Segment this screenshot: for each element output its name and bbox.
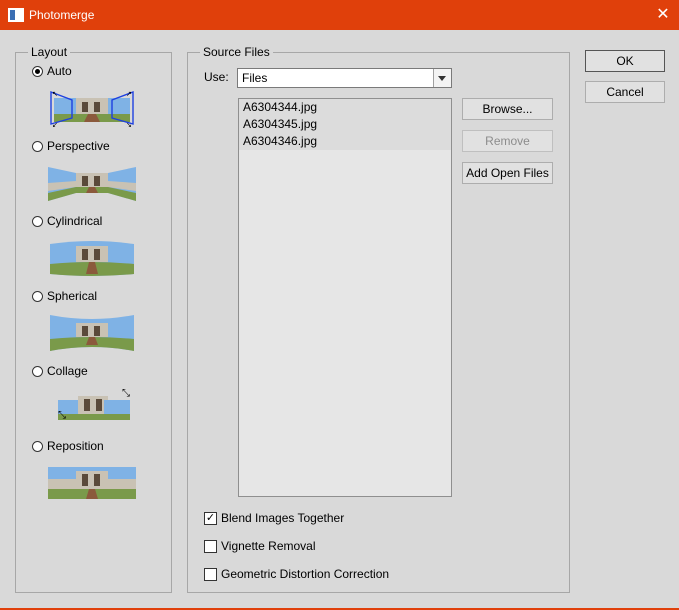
window-title: Photomerge xyxy=(29,8,95,22)
svg-text:↙: ↙ xyxy=(52,122,58,128)
source-files-group-label: Source Files xyxy=(200,45,273,59)
radio-perspective-button[interactable] xyxy=(32,140,43,152)
use-dropdown-value: Files xyxy=(242,71,268,85)
svg-text:⤡: ⤡ xyxy=(58,410,66,421)
browse-button[interactable]: Browse... xyxy=(462,98,553,120)
radio-collage-button[interactable] xyxy=(32,365,43,377)
geometric-distortion-checkbox[interactable] xyxy=(204,567,217,581)
vignette-removal-option[interactable]: Vignette Removal xyxy=(204,538,316,554)
spherical-thumbnail xyxy=(50,315,134,351)
radio-collage-label: Collage xyxy=(47,364,88,378)
svg-text:↖: ↖ xyxy=(52,91,58,98)
radio-reposition-button[interactable] xyxy=(32,440,43,452)
radio-reposition-label: Reposition xyxy=(47,439,104,453)
vignette-removal-checkbox[interactable] xyxy=(204,539,217,553)
radio-cylindrical-label: Cylindrical xyxy=(47,214,103,228)
radio-cylindrical[interactable]: Cylindrical xyxy=(32,213,102,229)
remove-button[interactable]: Remove xyxy=(462,130,553,152)
file-list[interactable]: A6304344.jpg A6304345.jpg A6304346.jpg xyxy=(238,98,452,497)
cancel-button[interactable]: Cancel xyxy=(585,81,665,103)
list-item[interactable]: A6304344.jpg xyxy=(239,99,451,116)
list-item[interactable]: A6304345.jpg xyxy=(239,116,451,133)
layout-group-label: Layout xyxy=(28,45,71,59)
cylindrical-thumbnail xyxy=(50,241,134,276)
radio-cylindrical-button[interactable] xyxy=(32,215,43,227)
use-label: Use: xyxy=(204,70,229,84)
radio-collage[interactable]: Collage xyxy=(32,363,88,379)
geometric-distortion-label: Geometric Distortion Correction xyxy=(221,567,390,581)
title-bar: Photomerge ✕ xyxy=(0,0,679,30)
blend-images-option[interactable]: ✓ Blend Images Together xyxy=(204,510,344,526)
vignette-removal-label: Vignette Removal xyxy=(221,539,316,553)
blend-images-label: Blend Images Together xyxy=(221,511,345,525)
ok-button[interactable]: OK xyxy=(585,50,665,72)
perspective-thumbnail xyxy=(48,167,136,201)
auto-thumbnail: ↖ ↗ ↙ ↘ xyxy=(50,90,134,128)
radio-perspective-label: Perspective xyxy=(47,139,110,153)
add-open-files-button[interactable]: Add Open Files xyxy=(462,162,553,184)
radio-auto-label: Auto xyxy=(47,64,72,78)
blend-images-checkbox[interactable]: ✓ xyxy=(204,511,217,525)
radio-reposition[interactable]: Reposition xyxy=(32,438,104,454)
chevron-down-icon[interactable] xyxy=(433,69,451,87)
radio-spherical-button[interactable] xyxy=(32,290,43,302)
geometric-distortion-option[interactable]: Geometric Distortion Correction xyxy=(204,566,389,582)
radio-auto[interactable]: Auto xyxy=(32,63,72,79)
use-dropdown[interactable]: Files xyxy=(237,68,452,88)
list-item[interactable]: A6304346.jpg xyxy=(239,133,451,150)
svg-text:↗: ↗ xyxy=(126,91,132,98)
radio-spherical-label: Spherical xyxy=(47,289,98,303)
radio-perspective[interactable]: Perspective xyxy=(32,138,110,154)
radio-spherical[interactable]: Spherical xyxy=(32,288,97,304)
reposition-thumbnail xyxy=(48,467,136,499)
svg-text:⤡: ⤡ xyxy=(122,388,130,399)
collage-thumbnail: ⤡ ⤡ xyxy=(58,388,130,421)
close-icon[interactable]: ✕ xyxy=(651,0,675,30)
svg-text:↘: ↘ xyxy=(126,122,132,128)
app-icon xyxy=(8,8,24,22)
radio-auto-button[interactable] xyxy=(32,65,43,77)
